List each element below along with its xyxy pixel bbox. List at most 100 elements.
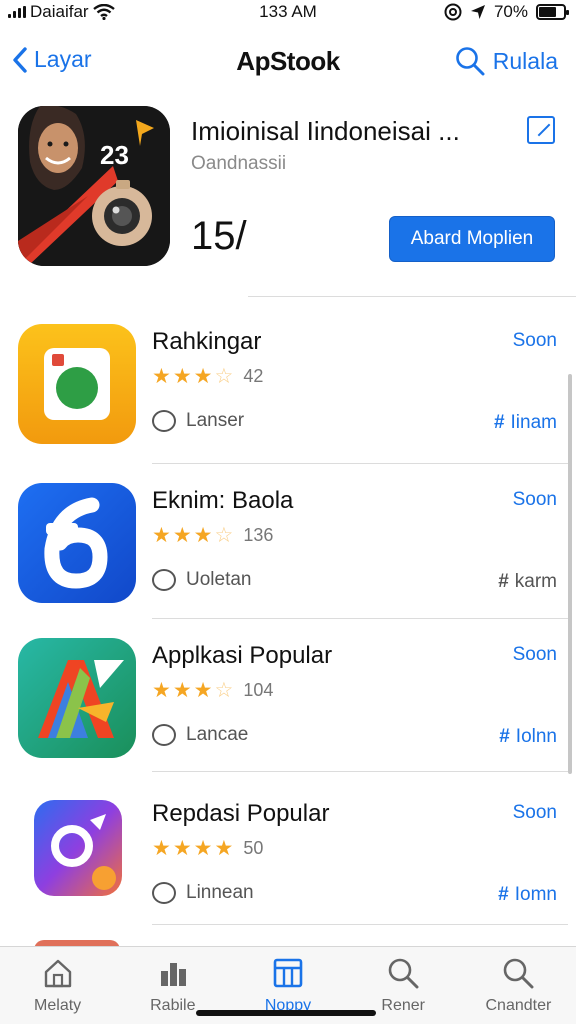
- app-tag[interactable]: # Iolnn: [499, 726, 557, 748]
- featured-app: 23 Imioinisal Iindoneisai ... Oandnassii…: [18, 106, 563, 271]
- featured-app-title: Imioinisal Iindoneisai ...: [191, 116, 460, 146]
- star-filled-icon: ★: [172, 524, 192, 547]
- home-icon: [44, 959, 71, 988]
- camera-app-icon: [18, 324, 136, 444]
- featured-app-icon[interactable]: 23: [18, 106, 170, 266]
- app-tag-label: Iinam: [510, 412, 557, 433]
- app-meta: Linnean: [152, 882, 254, 904]
- app-meta: Lancae: [152, 724, 248, 746]
- star-filled-icon: ★: [172, 679, 192, 702]
- grid-glyph-icon: #: [493, 412, 505, 433]
- app-list-item[interactable]: Applkasi Popular ★ ★ ★ ☆ 104 Lancae Soon # I…: [18, 638, 563, 778]
- star-rating: ★ ★ ★ ★ 50: [152, 838, 263, 859]
- star-filled-icon: ★: [152, 365, 171, 388]
- letter-a-app-icon: [18, 638, 136, 758]
- app-title: Rahkingar: [152, 328, 262, 355]
- get-button[interactable]: Soon: [513, 489, 557, 511]
- grid-glyph-icon: #: [498, 571, 509, 592]
- star-filled-icon: ★: [152, 837, 171, 860]
- featured-artwork-icon: [18, 106, 170, 266]
- get-button[interactable]: Soon: [513, 802, 557, 824]
- star-filled-icon: ★: [193, 679, 213, 702]
- grid-icon: [273, 958, 303, 988]
- featured-app-subtitle: Oandnassii: [191, 153, 287, 174]
- star-rating: ★ ★ ★ ☆ 104: [152, 680, 273, 701]
- chat-bubble-icon: [152, 410, 176, 432]
- app-list-item[interactable]: Repdasi Popular ★ ★ ★ ★ 50 Linnean Soon # Io…: [18, 796, 563, 936]
- app-meta-label: Linnean: [186, 882, 254, 903]
- tab-cnandter[interactable]: Cnandter: [461, 947, 576, 1024]
- featured-action-button[interactable]: Abard Moplien: [389, 216, 555, 262]
- featured-badge-number: 23: [100, 140, 129, 170]
- app-tag[interactable]: # karm: [498, 571, 557, 593]
- app-meta-label: Lancae: [186, 724, 249, 745]
- at-sign-icon: [444, 3, 462, 21]
- divider: [152, 924, 568, 925]
- star-filled-icon: ★: [193, 524, 213, 547]
- edit-icon[interactable]: [527, 116, 555, 144]
- app-title: Repdasi Popular: [152, 800, 330, 827]
- divider: [152, 618, 568, 619]
- app-tag[interactable]: # Iomn: [498, 884, 557, 906]
- status-bar: Daiaifar 133 AM 70%: [0, 0, 576, 24]
- search-label: Rulala: [492, 47, 558, 74]
- app-meta: Lanser: [152, 410, 244, 432]
- grid-glyph-icon: #: [499, 726, 510, 747]
- status-right: 70%: [444, 2, 569, 22]
- chart-icon: [160, 963, 186, 986]
- carrier-label: Daiaifar: [30, 2, 89, 21]
- tab-label: Rabile: [150, 997, 196, 1014]
- app-meta-label: Uoletan: [186, 569, 252, 590]
- star-filled-icon: ★: [193, 837, 213, 860]
- tab-label: Cnandter: [485, 997, 552, 1014]
- app-tag-label: karm: [514, 571, 557, 592]
- search-icon: [504, 958, 534, 989]
- home-indicator: [196, 1010, 376, 1016]
- search-icon: [388, 958, 419, 989]
- chat-bubble-icon: [152, 724, 176, 746]
- star-empty-icon: ☆: [214, 365, 234, 388]
- battery-percent: 70%: [493, 2, 528, 21]
- scrollbar[interactable]: [568, 374, 572, 774]
- star-empty-icon: ☆: [214, 679, 234, 702]
- location-arrow-icon: [470, 5, 485, 19]
- star-rating: ★ ★ ★ ☆ 42: [152, 366, 263, 387]
- rating-count: 50: [243, 838, 264, 858]
- app-title: Eknim: Baola: [152, 487, 294, 514]
- star-filled-icon: ★: [152, 524, 171, 547]
- get-button[interactable]: Soon: [513, 644, 557, 666]
- tab-label: Rener: [381, 997, 425, 1014]
- clock: 133 AM: [259, 2, 317, 21]
- status-left: Daiaifar: [8, 2, 115, 22]
- navigation-bar: Layar ApStook Rulala: [0, 36, 576, 88]
- wifi-icon: [92, 4, 115, 20]
- app-tag-label: Iomn: [514, 884, 557, 905]
- divider: [152, 463, 568, 464]
- divider: [152, 771, 568, 772]
- clock-icon: [152, 569, 176, 591]
- tab-melaty[interactable]: Melaty: [0, 947, 115, 1024]
- star-filled-icon: ★: [172, 365, 192, 388]
- rating-count: 42: [243, 366, 264, 386]
- app-list-item[interactable]: Rahkingar ★ ★ ★ ☆ 42 Lanser Soon # Iinam: [18, 324, 563, 464]
- star-rating: ★ ★ ★ ☆ 136: [152, 525, 273, 546]
- featured-app-rank: 15/: [191, 214, 247, 258]
- gradient-ring-app-icon: [34, 800, 122, 896]
- tab-label: Melaty: [34, 997, 82, 1014]
- star-filled-icon: ★: [214, 837, 234, 860]
- search-icon: [455, 47, 485, 76]
- app-meta: Uoletan: [152, 569, 252, 591]
- divider: [248, 296, 576, 297]
- app-list-item[interactable]: Eknim: Baola ★ ★ ★ ☆ 136 Uoletan Soon # karm: [18, 483, 563, 623]
- star-empty-icon: ☆: [214, 524, 234, 547]
- app-title: Applkasi Popular: [152, 642, 333, 669]
- star-filled-icon: ★: [172, 837, 192, 860]
- battery-icon: [536, 4, 569, 20]
- battery-fill: [539, 7, 556, 17]
- app-tag-label: Iolnn: [515, 726, 557, 747]
- search-button[interactable]: Rulala: [455, 46, 558, 76]
- signal-icon: [8, 6, 26, 18]
- star-filled-icon: ★: [152, 679, 171, 702]
- app-tag[interactable]: # Iinam: [494, 412, 557, 434]
- get-button[interactable]: Soon: [513, 330, 557, 352]
